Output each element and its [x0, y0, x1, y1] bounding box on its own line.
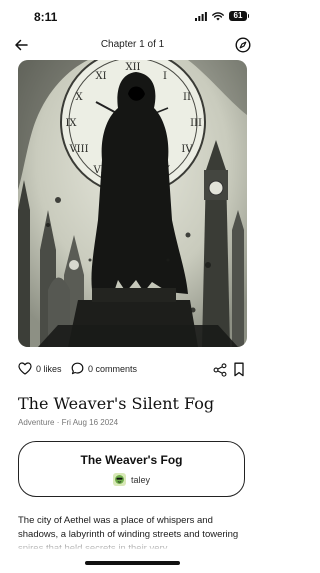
battery-indicator: 61: [229, 11, 249, 21]
avatar-face-icon: [114, 475, 124, 484]
signal-icon: [195, 11, 207, 21]
svg-text:II: II: [183, 92, 191, 103]
bookmark-button[interactable]: [233, 362, 247, 378]
text-fade-overlay: [0, 536, 265, 552]
bookmark-icon: [234, 362, 244, 377]
svg-text:XII: XII: [125, 62, 140, 73]
compass-icon: [235, 37, 251, 53]
home-indicator: [85, 561, 180, 565]
nav-bar: Chapter 1 of 1: [0, 32, 265, 58]
speech-bubble-icon: [71, 362, 84, 375]
author-name: taley: [130, 474, 150, 485]
status-bar: 8:11 61: [0, 0, 265, 36]
svg-text:IX: IX: [65, 118, 77, 129]
svg-text:IV: IV: [181, 144, 193, 155]
likes-count: 0 likes: [36, 363, 62, 374]
comments-button[interactable]: 0 comments: [71, 362, 137, 375]
svg-text:VIII: VIII: [68, 144, 88, 155]
explore-button[interactable]: [233, 35, 253, 55]
story-title: The Weaver's Silent Fog: [18, 394, 215, 413]
svg-text:I: I: [163, 71, 167, 82]
comments-count: 0 comments: [88, 363, 138, 374]
share-icon: [213, 363, 227, 377]
svg-text:III: III: [190, 118, 202, 129]
cover-illustration: XII I II III IV V VII VIII IX X XI: [18, 60, 247, 347]
cover-image: XII I II III IV V VII VIII IX X XI: [18, 60, 247, 347]
heart-icon: [18, 362, 32, 375]
svg-text:XI: XI: [95, 71, 106, 82]
wifi-icon: [212, 11, 224, 20]
chapter-indicator: Chapter 1 of 1: [100, 39, 165, 50]
svg-text:X: X: [75, 92, 83, 103]
author-avatar: [112, 473, 126, 486]
book-card[interactable]: The Weaver's Fog taley: [18, 441, 245, 497]
share-button[interactable]: [213, 363, 227, 377]
like-button[interactable]: 0 likes: [18, 362, 62, 375]
author-row: taley: [19, 473, 244, 486]
status-time: 8:11: [34, 10, 58, 24]
status-icons: 61: [195, 11, 249, 21]
story-meta: Adventure · Fri Aug 16 2024: [18, 418, 119, 427]
action-row: 0 likes 0 comments: [18, 362, 247, 380]
book-title: The Weaver's Fog: [80, 453, 183, 467]
